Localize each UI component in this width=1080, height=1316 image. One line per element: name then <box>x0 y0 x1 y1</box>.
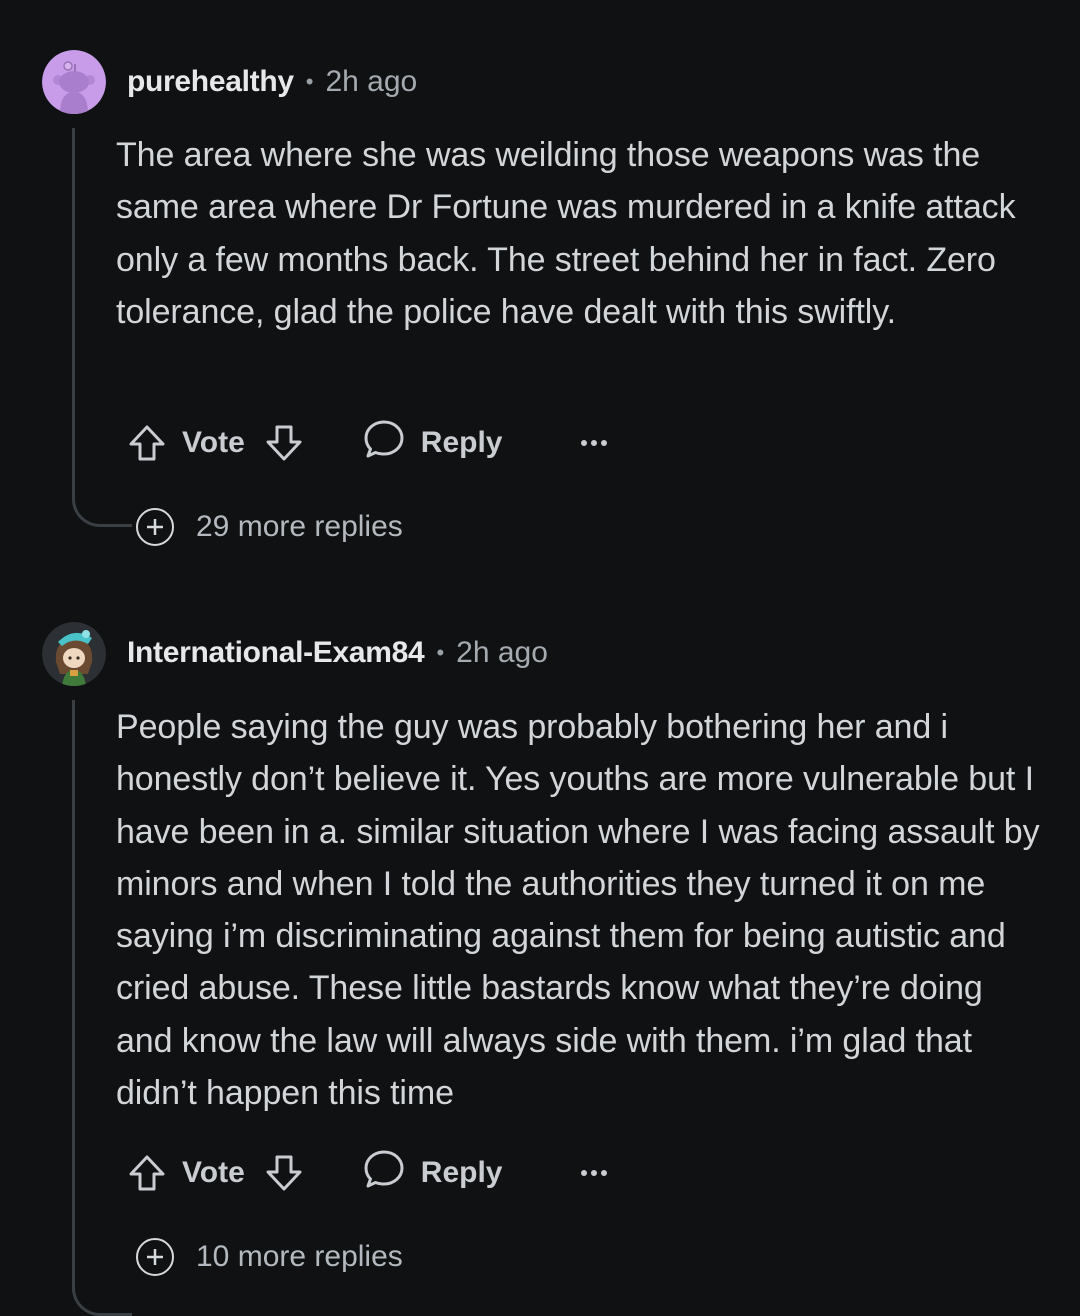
comment-body: The area where she was weilding those we… <box>116 136 1016 331</box>
plus-circle-icon <box>136 508 174 546</box>
more-replies-button[interactable]: 29 more replies <box>136 505 403 549</box>
comment: International-Exam84 • 2h ago People say… <box>0 560 1080 1316</box>
plus-circle-icon <box>136 1238 174 1276</box>
username[interactable]: International-Exam84 <box>127 636 425 670</box>
speech-bubble-icon <box>363 1148 405 1198</box>
vote-label: Vote <box>182 1156 245 1189</box>
more-options-icon[interactable] <box>579 1168 609 1178</box>
thread-connector <box>72 491 132 527</box>
comment-meta: purehealthy • 2h ago <box>127 62 417 102</box>
more-options-icon[interactable] <box>579 438 609 448</box>
comment-body: People saying the guy was probably bothe… <box>116 708 1040 1113</box>
reply-label: Reply <box>420 426 503 459</box>
downvote-icon[interactable] <box>263 1152 305 1194</box>
vote-label: Vote <box>182 426 245 459</box>
thread-line[interactable] <box>72 700 75 1281</box>
reply-label: Reply <box>420 1156 503 1189</box>
timestamp: 2h ago <box>456 636 548 669</box>
speech-bubble-icon <box>363 418 405 468</box>
comment-actions: Vote Reply <box>126 1147 609 1199</box>
comment-actions: Vote Reply <box>126 417 609 469</box>
comment-meta: International-Exam84 • 2h ago <box>127 633 548 673</box>
more-replies-button[interactable]: 10 more replies <box>136 1235 403 1279</box>
upvote-icon[interactable] <box>126 422 168 464</box>
comment: purehealthy • 2h ago The area where she … <box>0 0 1080 560</box>
upvote-icon[interactable] <box>126 1152 168 1194</box>
meta-separator: • <box>305 69 314 94</box>
timestamp: 2h ago <box>325 65 418 98</box>
character-avatar-icon[interactable] <box>42 622 106 686</box>
more-replies-label: 29 more replies <box>196 510 403 543</box>
reply-button[interactable]: Reply <box>363 1148 503 1198</box>
thread-line[interactable] <box>72 128 75 492</box>
snoo-avatar-icon[interactable] <box>42 50 106 114</box>
downvote-icon[interactable] <box>263 422 305 464</box>
reply-button[interactable]: Reply <box>363 418 503 468</box>
more-replies-label: 10 more replies <box>196 1240 403 1273</box>
thread-connector <box>72 1280 132 1316</box>
meta-separator: • <box>436 640 445 665</box>
username[interactable]: purehealthy <box>127 65 294 99</box>
